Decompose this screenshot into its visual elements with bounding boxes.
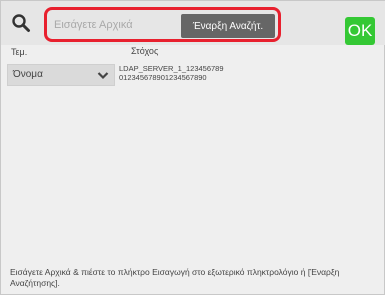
start-search-button[interactable]: Έναρξη Αναζήτ. (181, 14, 275, 38)
destination-server-number: 012345678901234567890 (119, 73, 207, 82)
ok-button[interactable]: OK (345, 17, 375, 45)
address-search-panel: Έναρξη Αναζήτ. OK Τεμ. Στόχος Όνομα LDAP… (0, 0, 385, 295)
instruction-text: Εισάγετε Αρχικά & πιέστε το πλήκτρο Εισα… (10, 267, 340, 288)
chevron-down-icon (97, 72, 109, 80)
search-input[interactable] (50, 14, 186, 36)
destination-server-name: LDAP_SERVER_1_123456789 (119, 64, 224, 73)
search-icon[interactable] (11, 13, 31, 33)
item-select-value: Όνομα (13, 69, 43, 80)
item-select[interactable]: Όνομα (7, 64, 115, 86)
item-label: Τεμ. (11, 47, 28, 57)
search-bar: Έναρξη Αναζήτ. OK (1, 1, 385, 45)
destination-label: Στόχος (131, 46, 159, 56)
